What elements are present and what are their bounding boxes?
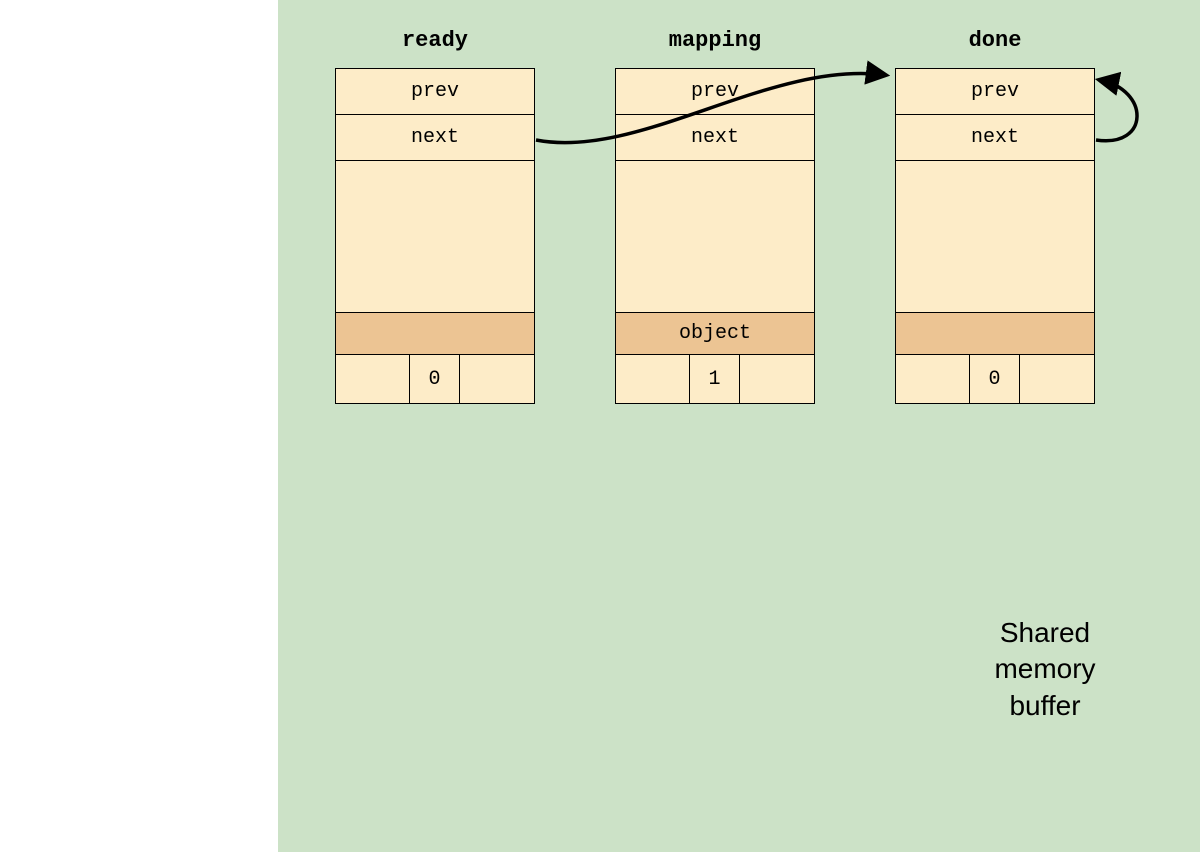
counter-value: 0 [970, 355, 1020, 403]
counter-value: 0 [410, 355, 460, 403]
column-label-mapping: mapping [615, 28, 815, 53]
counter-left [336, 355, 410, 403]
caption-line: Shared [945, 615, 1145, 651]
column-label-ready: ready [335, 28, 535, 53]
cell-gap [616, 161, 814, 313]
column-label-done: done [895, 28, 1095, 53]
cell-next: next [336, 115, 534, 161]
cell-prev: prev [336, 69, 534, 115]
caption-line: memory [945, 651, 1145, 687]
cell-gap [336, 161, 534, 313]
counter-left [616, 355, 690, 403]
counter-left [896, 355, 970, 403]
cell-prev: prev [896, 69, 1094, 115]
cell-object: object [616, 313, 814, 355]
counter-row: 0 [896, 355, 1094, 403]
counter-row: 1 [616, 355, 814, 403]
caption-line: buffer [945, 688, 1145, 724]
counter-right [740, 355, 814, 403]
cell-object [336, 313, 534, 355]
counter-right [1020, 355, 1094, 403]
cell-object [896, 313, 1094, 355]
cell-prev: prev [616, 69, 814, 115]
counter-row: 0 [336, 355, 534, 403]
cell-gap [896, 161, 1094, 313]
node-mapping: prev next object 1 [615, 68, 815, 404]
counter-right [460, 355, 534, 403]
cell-next: next [616, 115, 814, 161]
cell-next: next [896, 115, 1094, 161]
caption: Shared memory buffer [945, 615, 1145, 724]
node-ready: prev next 0 [335, 68, 535, 404]
counter-value: 1 [690, 355, 740, 403]
node-done: prev next 0 [895, 68, 1095, 404]
